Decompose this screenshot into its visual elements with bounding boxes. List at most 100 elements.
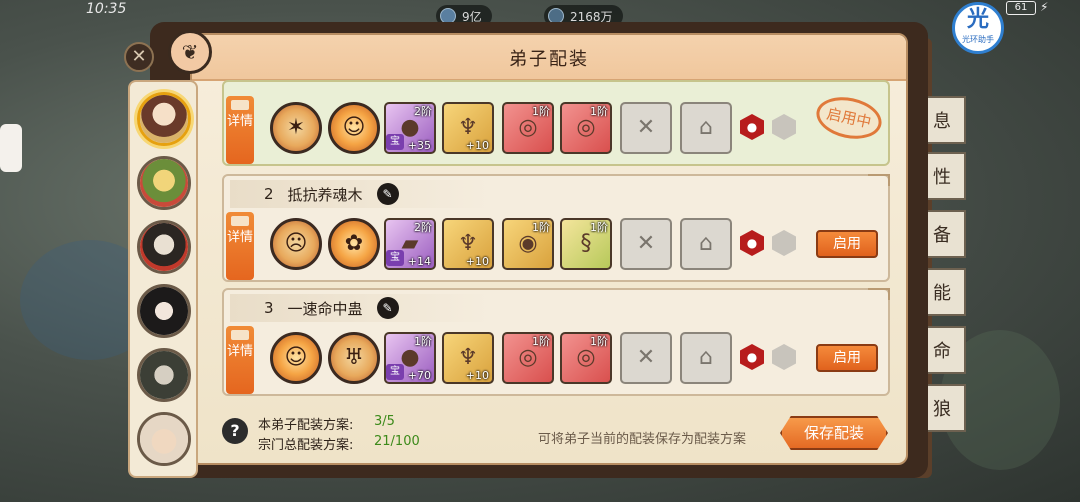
- edit-icon[interactable]: ✎: [376, 183, 399, 205]
- equip-slot-mount[interactable]: ♆ +10: [442, 102, 494, 154]
- loadout-index: 3: [264, 299, 274, 317]
- gem-icon: ●: [746, 120, 758, 134]
- locked-scroll-icon: ✕: [636, 115, 656, 140]
- scroll-icon: [231, 100, 249, 110]
- disciple-avatar[interactable]: [137, 284, 191, 338]
- lock-icon: ⌂: [699, 115, 713, 140]
- tier-label: 2阶: [414, 105, 432, 118]
- equip-slot-treasure[interactable]: ● 1阶宝 +70: [384, 332, 436, 384]
- equip-slot-locked[interactable]: ⌂: [680, 218, 732, 270]
- corner-tag: [868, 288, 890, 300]
- disciple-list[interactable]: [128, 80, 198, 478]
- tier-label: 2阶: [414, 221, 432, 234]
- treasure-badge: 宝: [386, 364, 404, 380]
- gem-slot-empty[interactable]: [772, 230, 796, 256]
- loadout-footer: ? 本弟子配装方案: 3/5 宗门总配装方案: 21/100 可将弟子当前的配装…: [222, 410, 890, 462]
- close-button[interactable]: ✕: [124, 42, 154, 72]
- equip-slot-gu[interactable]: ◎ 1阶: [502, 332, 554, 384]
- battery-indicator: 61: [1006, 1, 1036, 15]
- equip-slot-locked[interactable]: ✕: [620, 218, 672, 270]
- detail-button[interactable]: 详情: [226, 96, 254, 164]
- equip-slot-gu[interactable]: ◎ 1阶: [560, 102, 612, 154]
- loadout-row-active: 详情 ✶ ☺ ● 2阶宝 +35 ♆ +10 ◎ 1阶 ◎ 1阶 ✕ ⌂ ● 启用中: [222, 80, 890, 166]
- disciple-avatar-selected[interactable]: [137, 92, 191, 146]
- page-title: 弟子配装: [509, 49, 589, 70]
- treasure-badge: 宝: [386, 134, 404, 150]
- equip-slot-gu[interactable]: § 1阶: [560, 218, 612, 270]
- disciple-avatar[interactable]: [137, 220, 191, 274]
- treasure-badge: 宝: [386, 250, 404, 266]
- disciple-avatar[interactable]: [137, 348, 191, 402]
- disciple-loadout-label: 本弟子配装方案:: [258, 418, 354, 433]
- tier-label: 1阶: [590, 335, 608, 348]
- mask-icon: ☺: [342, 115, 366, 140]
- back-leaf-button[interactable]: ❦: [168, 30, 212, 74]
- equip-slot-mount[interactable]: ♆ +10: [442, 218, 494, 270]
- level-label: +35: [407, 139, 431, 152]
- scroll-icon: [231, 216, 249, 226]
- loadout-row: 2 抵抗养魂木 ✎ 详情 ☹ ✿ ▰ 2阶宝 +14 ♆ +10 ◉ 1阶 § 1阶 ✕ …: [222, 174, 890, 282]
- totem-icon: ♅: [344, 345, 364, 370]
- equip-slot-treasure[interactable]: ▰ 2阶宝 +14: [384, 218, 436, 270]
- equip-slot-locked[interactable]: ⌂: [680, 102, 732, 154]
- save-hint: 可将弟子当前的配装保存为配装方案: [538, 432, 747, 447]
- equip-slot-gu[interactable]: ◉ 1阶: [502, 218, 554, 270]
- help-icon[interactable]: ?: [222, 418, 248, 444]
- lock-icon: ⌂: [699, 345, 713, 370]
- gem-slot-red[interactable]: ●: [740, 114, 764, 140]
- gem-slot-empty[interactable]: [772, 344, 796, 370]
- equip-slot-weapon[interactable]: ✶: [270, 102, 322, 154]
- equip-slot-gu[interactable]: ◎ 1阶: [560, 332, 612, 384]
- equip-slot-locked[interactable]: ✕: [620, 332, 672, 384]
- ornament-icon: ✿: [344, 231, 364, 256]
- loadout-header: 2 抵抗养魂木 ✎: [230, 180, 490, 208]
- equip-slot-weapon[interactable]: ☹: [270, 218, 322, 270]
- gem-slot-empty[interactable]: [772, 114, 796, 140]
- assistant-label: 光环助手: [962, 35, 994, 44]
- charging-icon: ⚡: [1040, 0, 1049, 14]
- lock-icon: ⌂: [699, 231, 713, 256]
- gem-icon: ●: [746, 236, 758, 250]
- assistant-button[interactable]: 光 光环助手: [952, 2, 1004, 54]
- loadout-name[interactable]: 一速命中蛊: [288, 298, 363, 319]
- active-stamp: 启用中: [812, 91, 886, 145]
- title-bar: 弟子配装: [192, 35, 906, 81]
- equip-slot-totem[interactable]: ♅: [328, 332, 380, 384]
- loadout-header: 3 一速命中蛊 ✎: [230, 294, 490, 322]
- gem-slot-red[interactable]: ●: [740, 230, 764, 256]
- tier-label: 1阶: [590, 105, 608, 118]
- equip-slot-locked[interactable]: ⌂: [680, 332, 732, 384]
- loadout-index: 2: [264, 185, 274, 203]
- gem-slot-red[interactable]: ●: [740, 344, 764, 370]
- edit-icon[interactable]: ✎: [376, 297, 399, 319]
- equip-slot-mask[interactable]: ☺: [270, 332, 322, 384]
- enable-button[interactable]: 启用: [816, 230, 878, 258]
- equip-slot-treasure[interactable]: ● 2阶宝 +35: [384, 102, 436, 154]
- detail-label: 详情: [226, 230, 253, 245]
- corner-tag: [868, 174, 890, 186]
- loadout-name[interactable]: 抵抗养魂木: [288, 184, 363, 205]
- equip-slot-gu[interactable]: ◎ 1阶: [502, 102, 554, 154]
- locked-scroll-icon: ✕: [636, 231, 656, 256]
- enable-button[interactable]: 启用: [816, 344, 878, 372]
- tier-label: 1阶: [532, 221, 550, 234]
- tier-label: 1阶: [532, 105, 550, 118]
- equip-slot-mask[interactable]: ☺: [328, 102, 380, 154]
- disciple-avatar[interactable]: [137, 412, 191, 466]
- save-loadout-button[interactable]: 保存配装: [780, 416, 888, 450]
- detail-button[interactable]: 详情: [226, 326, 254, 394]
- disciple-avatar[interactable]: [137, 156, 191, 210]
- status-time: 10:35: [86, 1, 127, 17]
- detail-label: 详情: [226, 114, 253, 129]
- assistant-glyph: 光: [966, 7, 989, 32]
- equip-slot-locked[interactable]: ✕: [620, 102, 672, 154]
- tier-label: 1阶: [532, 335, 550, 348]
- level-label: +14: [407, 255, 431, 268]
- detail-button[interactable]: 详情: [226, 212, 254, 280]
- level-label: +10: [465, 369, 489, 382]
- scroll-icon: [231, 330, 249, 340]
- offscreen-character: [0, 124, 22, 172]
- loadout-list[interactable]: 详情 ✶ ☺ ● 2阶宝 +35 ♆ +10 ◎ 1阶 ◎ 1阶 ✕ ⌂ ● 启用中 2 …: [222, 80, 890, 406]
- equip-slot-mount[interactable]: ♆ +10: [442, 332, 494, 384]
- equip-slot-ornament[interactable]: ✿: [328, 218, 380, 270]
